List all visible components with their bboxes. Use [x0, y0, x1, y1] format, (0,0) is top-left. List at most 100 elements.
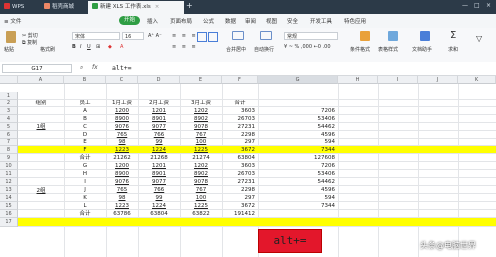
table-cell[interactable]: 合计 [64, 154, 106, 162]
group-label-1[interactable]: 1组 [18, 122, 64, 132]
zoom-icon[interactable]: ⌕ [80, 64, 83, 72]
row-header[interactable]: 17 [0, 218, 18, 227]
underline-button[interactable]: U [87, 44, 91, 50]
table-cell[interactable]: 1201 [138, 162, 180, 170]
table-cell[interactable]: 1202 [180, 107, 222, 115]
font-color-icon[interactable]: A [120, 44, 123, 50]
doc-helper-icon[interactable] [420, 31, 430, 41]
row-header[interactable]: 14 [0, 194, 18, 202]
distribute-icon[interactable] [208, 32, 218, 42]
row-header[interactable]: 16 [0, 210, 18, 218]
table-cell[interactable]: 1224 [138, 202, 180, 210]
table-cell[interactable]: 297 [222, 194, 258, 202]
formula-input[interactable]: alt+= [112, 64, 494, 73]
table-cell[interactable]: 3672 [222, 146, 258, 154]
table-cell[interactable]: 21262 [106, 154, 138, 162]
center-align-icon[interactable] [197, 32, 207, 42]
cut-button[interactable]: ✂ 剪切 [22, 32, 38, 39]
table-cell[interactable]: 765 [106, 186, 138, 194]
table-cell[interactable]: 127608 [258, 154, 338, 162]
table-cell[interactable]: 21274 [180, 154, 222, 162]
table-cell[interactable]: 100 [180, 139, 222, 146]
row-header[interactable]: 8 [0, 146, 18, 154]
tab-workbook[interactable]: 新建 XLS 工作表.xls × [88, 1, 184, 14]
bold-button[interactable]: B [72, 44, 76, 50]
table-cell[interactable]: 54462 [258, 123, 338, 131]
table-cell[interactable]: 1223 [106, 202, 138, 210]
table-cell[interactable] [258, 210, 338, 218]
tab-wps[interactable]: WPS [0, 1, 40, 14]
table-cell[interactable]: 1200 [106, 162, 138, 170]
table-cell[interactable]: 3672 [222, 202, 258, 210]
table-cell[interactable]: 8901 [138, 115, 180, 123]
row-header[interactable]: 3 [0, 107, 18, 115]
merge-center-icon[interactable] [232, 31, 244, 40]
menu-security[interactable]: 安全 [287, 17, 298, 25]
table-cell[interactable]: 766 [138, 186, 180, 194]
table-style-icon[interactable] [388, 31, 398, 41]
font-size-select[interactable]: 16 [122, 32, 144, 40]
col-header-a[interactable]: A [18, 76, 64, 84]
col-header-d[interactable]: D [138, 76, 180, 84]
table-cell[interactable]: 27231 [222, 178, 258, 186]
table-style-button[interactable]: 表格样式 [378, 46, 398, 53]
table-cell[interactable]: 7206 [258, 107, 338, 115]
table-cell[interactable]: 9077 [138, 123, 180, 131]
italic-button[interactable]: I [80, 44, 81, 50]
table-cell[interactable]: 63804 [222, 154, 258, 162]
table-cell[interactable]: 98 [106, 139, 138, 146]
format-painter-button[interactable]: 格式刷 [40, 46, 55, 53]
table-cell[interactable]: 1223 [106, 146, 138, 154]
close-window-icon[interactable]: × [486, 2, 491, 9]
minimize-icon[interactable]: — [462, 2, 468, 9]
table-cell[interactable]: 98 [106, 194, 138, 202]
close-tab-icon[interactable]: × [155, 4, 160, 10]
align-horizontal-icons[interactable]: ≡ ≡ ≡ [172, 44, 198, 50]
menu-insert[interactable]: 插入 [147, 17, 158, 25]
table-cell[interactable]: 63786 [106, 210, 138, 218]
col-header-j[interactable]: J [418, 76, 458, 84]
merge-center-button[interactable]: 合并居中 [226, 46, 246, 53]
table-cell[interactable]: 7206 [258, 162, 338, 170]
col-header-b[interactable]: B [64, 76, 106, 84]
table-cell[interactable]: 9078 [180, 123, 222, 131]
table-cell[interactable]: 3603 [222, 162, 258, 170]
select-all-corner[interactable] [0, 76, 18, 84]
table-cell[interactable]: 765 [106, 131, 138, 139]
table-cell[interactable]: 3月工资 [180, 100, 222, 107]
wrap-text-button[interactable]: 自动换行 [254, 46, 274, 53]
maximize-icon[interactable]: □ [474, 2, 480, 9]
table-cell[interactable]: 1225 [180, 146, 222, 154]
table-cell[interactable]: 9076 [106, 178, 138, 186]
table-cell[interactable]: 2月工资 [138, 100, 180, 107]
align-top-icons[interactable]: ≡ ≡ ≡ [172, 33, 198, 39]
table-cell[interactable]: 99 [138, 194, 180, 202]
menu-home[interactable]: 开始 [119, 16, 141, 25]
row-header[interactable]: 12 [0, 178, 18, 186]
row-header[interactable]: 11 [0, 170, 18, 178]
row-header[interactable]: 15 [0, 202, 18, 210]
table-cell[interactable]: A [64, 107, 106, 115]
col-header-h[interactable]: H [338, 76, 378, 84]
table-cell[interactable]: K [64, 194, 106, 202]
table-cell[interactable]: 1201 [138, 107, 180, 115]
col-header-g[interactable]: G [258, 76, 338, 84]
doc-helper-button[interactable]: 文档助手 [412, 46, 432, 53]
table-cell[interactable]: 27231 [222, 123, 258, 131]
table-cell[interactable]: 594 [258, 194, 338, 202]
table-cell[interactable]: 9076 [106, 123, 138, 131]
table-cell[interactable]: E [64, 139, 106, 146]
table-cell[interactable]: J [64, 186, 106, 194]
table-cell[interactable]: 8900 [106, 170, 138, 178]
table-cell[interactable]: L [64, 202, 106, 210]
table-cell[interactable]: B [64, 115, 106, 123]
table-cell[interactable]: 53406 [258, 170, 338, 178]
table-cell[interactable]: 7344 [258, 146, 338, 154]
table-cell[interactable]: C [64, 123, 106, 131]
table-cell[interactable]: 1200 [106, 107, 138, 115]
row-header[interactable]: 2 [0, 100, 18, 107]
table-cell[interactable]: 4596 [258, 186, 338, 194]
col-header-e[interactable]: E [180, 76, 222, 84]
col-header-f[interactable]: F [222, 76, 258, 84]
table-cell[interactable]: 26703 [222, 115, 258, 123]
